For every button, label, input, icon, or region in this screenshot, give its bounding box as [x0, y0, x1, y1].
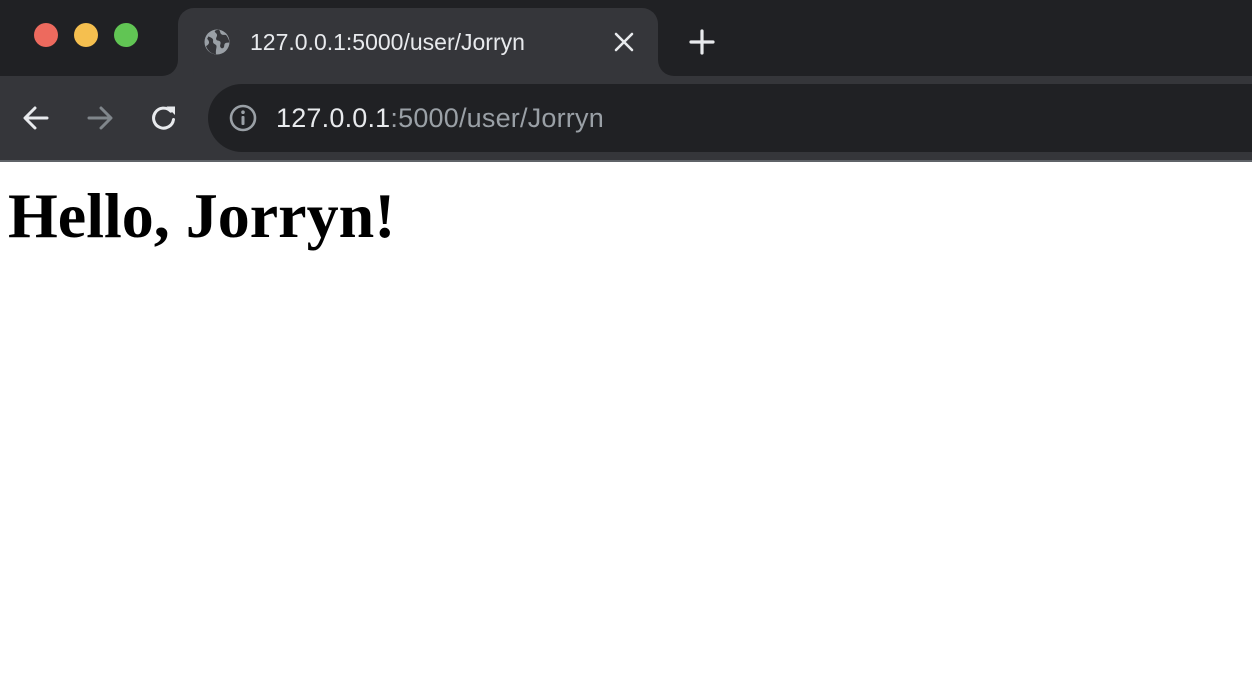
page-heading: Hello, Jorryn! — [8, 180, 396, 251]
tab-close-button[interactable] — [610, 28, 638, 56]
window-controls — [34, 23, 138, 47]
window-minimize-button[interactable] — [74, 23, 98, 47]
close-icon — [613, 31, 635, 53]
tab-active[interactable]: 127.0.0.1:5000/user/Jorryn — [178, 8, 658, 76]
url-path: :5000/user/Jorryn — [390, 103, 604, 133]
forward-button[interactable] — [80, 98, 120, 138]
reload-icon — [148, 102, 180, 134]
page-content: Hello, Jorryn! — [0, 162, 1252, 700]
globe-icon — [202, 27, 232, 57]
window-maximize-button[interactable] — [114, 23, 138, 47]
tab-title: 127.0.0.1:5000/user/Jorryn — [250, 29, 525, 55]
navigation-toolbar: 127.0.0.1:5000/user/Jorryn — [0, 76, 1252, 160]
url-text[interactable]: 127.0.0.1:5000/user/Jorryn — [276, 102, 604, 134]
new-tab-button[interactable] — [686, 26, 718, 58]
tab-strip: 127.0.0.1:5000/user/Jorryn — [0, 0, 1252, 76]
arrow-right-icon — [85, 103, 115, 133]
reload-button[interactable] — [144, 98, 184, 138]
window-close-button[interactable] — [34, 23, 58, 47]
browser-window-chrome: 127.0.0.1:5000/user/Jorryn 127.0.0.1:500… — [0, 0, 1252, 162]
back-button[interactable] — [16, 98, 56, 138]
url-host: 127.0.0.1 — [276, 103, 391, 133]
info-icon[interactable] — [228, 103, 258, 133]
plus-icon — [688, 28, 716, 56]
address-bar[interactable]: 127.0.0.1:5000/user/Jorryn — [208, 84, 1252, 152]
arrow-left-icon — [21, 103, 51, 133]
